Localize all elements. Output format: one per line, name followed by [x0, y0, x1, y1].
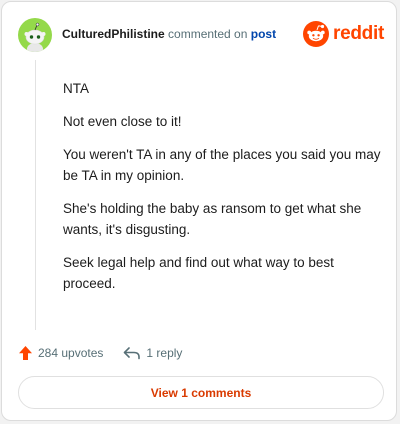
- post-link[interactable]: post: [251, 27, 276, 41]
- comment-actions: 284 upvotes 1 reply: [18, 343, 182, 363]
- reply-button[interactable]: 1 reply: [123, 346, 182, 360]
- thread-line[interactable]: [35, 60, 36, 330]
- comment-meta: CulturedPhilistine commented on post: [62, 27, 276, 41]
- comment-paragraph: NTA: [63, 81, 89, 96]
- reply-arrow-icon: [124, 347, 141, 360]
- upvote-arrow-icon: [19, 346, 32, 360]
- comment-header: CulturedPhilistine commented on post red…: [16, 18, 384, 52]
- reddit-wordmark: reddit: [333, 23, 384, 44]
- comment-card: CulturedPhilistine commented on post red…: [1, 1, 397, 421]
- snoo-avatar-icon: [24, 22, 46, 52]
- comment-paragraph: You weren't TA in any of the places you …: [63, 147, 381, 183]
- reddit-logo[interactable]: reddit: [303, 20, 384, 48]
- username[interactable]: CulturedPhilistine: [62, 27, 165, 41]
- comment-body: NTA Not even close to it! You weren't TA…: [63, 78, 381, 306]
- view-comments-button[interactable]: View 1 comments: [18, 376, 384, 409]
- comment-paragraph: Not even close to it!: [63, 114, 182, 129]
- action-text: commented on: [168, 27, 248, 41]
- user-avatar[interactable]: [18, 18, 52, 52]
- upvote-count: 284 upvotes: [38, 346, 104, 360]
- comment-paragraph: She's holding the baby as ransom to get …: [63, 201, 362, 237]
- comment-paragraph: Seek legal help and find out what way to…: [63, 255, 334, 291]
- upvote-button[interactable]: 284 upvotes: [18, 345, 103, 361]
- reddit-logo-icon: [303, 21, 330, 47]
- reply-count: 1 reply: [146, 346, 183, 360]
